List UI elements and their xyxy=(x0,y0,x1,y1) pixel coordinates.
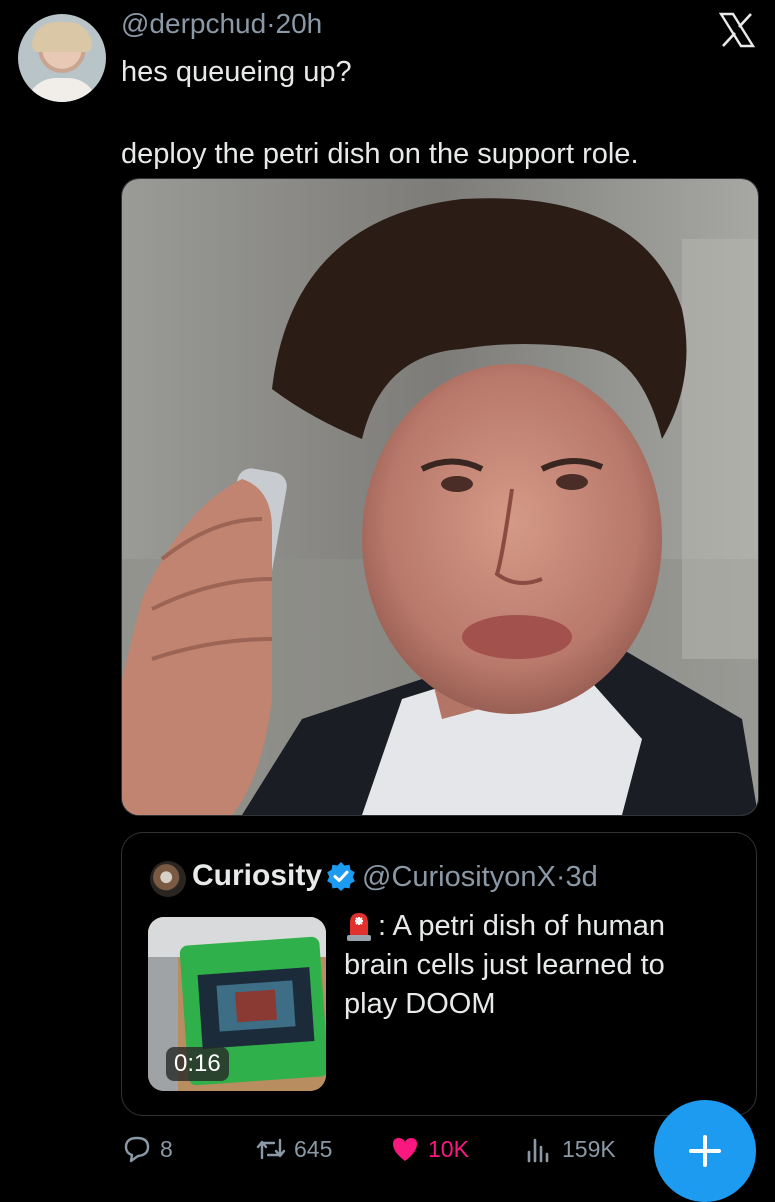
quote-time[interactable]: 3d xyxy=(566,861,598,893)
quote-separator: · xyxy=(555,861,566,893)
quote-text-body: : A petri dish of human brain cells just… xyxy=(344,910,665,1020)
tweet-text-line-1: hes queueing up? xyxy=(121,56,352,88)
quoted-tweet[interactable]: Curiosity @CuriosityonX·3d 0:16 : A petr… xyxy=(121,832,757,1116)
like-button[interactable]: 10K xyxy=(390,1134,469,1164)
repost-count: 645 xyxy=(294,1135,333,1162)
quote-meta: @CuriosityonX·3d xyxy=(362,861,598,894)
repost-icon xyxy=(256,1138,286,1160)
avatar-shirt xyxy=(26,78,98,102)
quote-video-thumbnail[interactable]: 0:16 xyxy=(148,917,326,1091)
avatar-hair xyxy=(32,22,92,52)
plus-icon xyxy=(689,1135,721,1167)
tweet-time[interactable]: 20h xyxy=(276,8,323,39)
repost-button[interactable]: 645 xyxy=(256,1134,332,1164)
views-icon xyxy=(527,1138,549,1163)
compose-button[interactable] xyxy=(654,1100,756,1202)
verified-icon xyxy=(327,862,355,891)
reply-count: 8 xyxy=(160,1135,173,1162)
photo-illustration xyxy=(122,179,758,815)
author-meta: @derpchud·20h xyxy=(121,8,322,40)
meta-separator: · xyxy=(266,8,276,39)
view-count: 159K xyxy=(562,1135,616,1162)
quote-avatar[interactable] xyxy=(150,861,186,897)
reply-icon xyxy=(124,1136,150,1163)
author-avatar[interactable] xyxy=(18,14,106,102)
tweet-text: hes queueing up? deploy the petri dish o… xyxy=(121,52,721,174)
views-button[interactable]: 159K xyxy=(524,1134,616,1164)
quote-author-name[interactable]: Curiosity xyxy=(192,859,322,893)
like-count: 10K xyxy=(428,1135,469,1162)
siren-icon xyxy=(347,913,371,941)
quote-handle[interactable]: @CuriosityonX xyxy=(362,861,556,893)
reply-button[interactable]: 8 xyxy=(122,1134,173,1164)
author-handle[interactable]: @derpchud xyxy=(121,8,266,39)
heart-icon xyxy=(393,1138,417,1161)
tweet-text-line-2: deploy the petri dish on the support rol… xyxy=(121,138,639,170)
quote-text: : A petri dish of human brain cells just… xyxy=(344,907,724,1024)
tweet-photo[interactable] xyxy=(121,178,759,816)
x-logo-icon[interactable] xyxy=(717,10,757,50)
video-duration-badge: 0:16 xyxy=(166,1047,229,1081)
